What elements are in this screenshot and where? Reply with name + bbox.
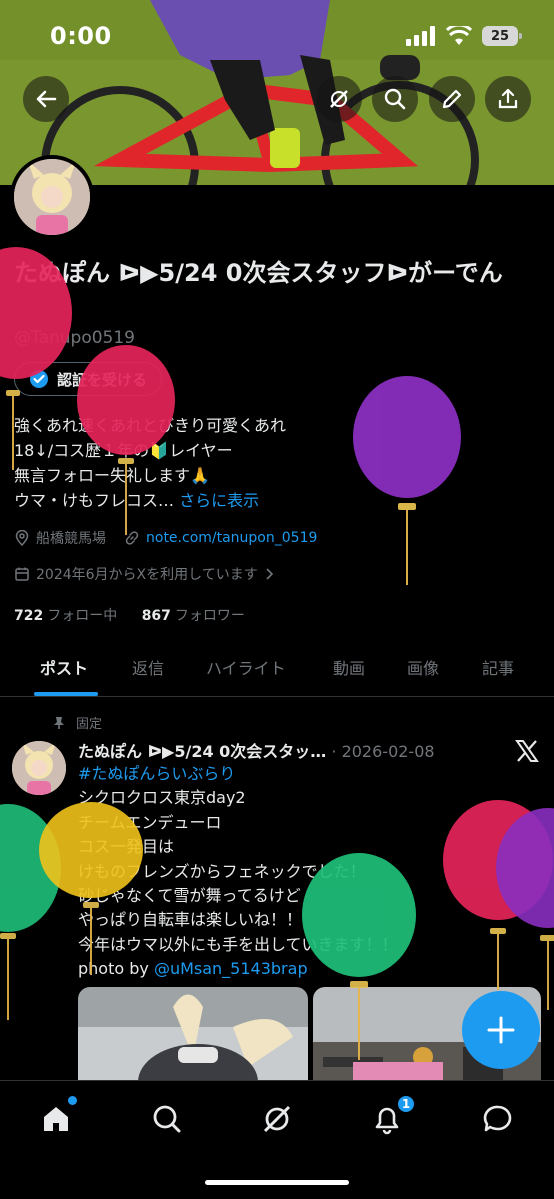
profile-location: 船橋競馬場 <box>36 531 106 547</box>
post-author-avatar[interactable] <box>12 741 66 795</box>
bio-line: 無言フォロー失礼します🙏 <box>14 466 210 485</box>
following-label: フォロー中 <box>47 608 118 624</box>
link-icon <box>125 531 139 545</box>
following-stat[interactable]: 722 フォロー中 <box>14 608 117 624</box>
active-tab-indicator <box>34 692 98 696</box>
balloon-green-left <box>0 804 61 1020</box>
followers-label: フォロワー <box>174 608 245 624</box>
profile-tabs: ポスト 返信 ハイライト 動画 画像 記事 <box>0 643 554 697</box>
pinned-label: 固定 <box>76 717 103 732</box>
cellular-signal-icon <box>406 26 435 46</box>
nav-home[interactable] <box>36 1099 76 1139</box>
tab-articles[interactable]: 記事 <box>482 655 514 679</box>
back-button[interactable] <box>23 76 69 122</box>
avatar-image <box>14 159 90 235</box>
grok-icon <box>330 90 348 108</box>
home-new-indicator <box>68 1096 77 1105</box>
edit-button[interactable] <box>429 76 475 122</box>
post-photo-1[interactable] <box>78 987 308 1082</box>
calendar-icon <box>15 567 29 581</box>
post-text: #たぬぽんらいぶらり シクロクロス東京day2 チームエンデューロ コス一発目は… <box>78 762 548 982</box>
share-button[interactable] <box>485 76 531 122</box>
following-count: 722 <box>14 608 44 624</box>
bio-line: 強くあれ速くあれとびきり可愛くあれ <box>14 416 287 435</box>
post-line: やっぱり自転車は楽しいね！！ <box>78 910 303 930</box>
plus-icon <box>487 1016 515 1044</box>
profile-website-link[interactable]: note.com/tanupon_0519 <box>146 530 317 546</box>
get-verified-button[interactable]: 認証を受ける <box>14 362 163 396</box>
bio-line: 18↓/コス歴１年の🔰レイヤー <box>14 441 233 460</box>
show-more-link[interactable]: さらに表示 <box>179 491 259 510</box>
profile-joined-date: 2024年6月からXを利用しています <box>36 567 258 583</box>
verified-badge-icon <box>30 370 48 388</box>
post-date: · 2026-02-08 <box>326 742 435 761</box>
post-line: 今年はウマ以外にも手を出していきます！！ <box>78 934 398 954</box>
post-line: 砂じゃなくて雪が舞ってるけど <box>78 886 301 906</box>
tab-highlights[interactable]: ハイライト <box>206 655 286 679</box>
location-pin-icon <box>15 530 29 546</box>
grok-icon <box>263 1105 291 1133</box>
post-avatar-image <box>12 741 66 795</box>
post-author-name[interactable]: たぬぽん ᐅ▶5/24 0次会スタッ… <box>78 742 326 761</box>
search-icon <box>153 1105 181 1133</box>
photo-credit-mention[interactable]: @uMsan_5143brap <box>154 959 308 978</box>
profile-handle: @Tanupo0519 <box>14 328 135 348</box>
nav-explore[interactable] <box>147 1099 187 1139</box>
photo-credit-prefix: photo by <box>78 959 154 979</box>
get-verified-label: 認証を受ける <box>57 370 148 389</box>
nav-grok[interactable] <box>257 1099 297 1139</box>
pencil-icon <box>442 89 462 109</box>
tab-replies[interactable]: 返信 <box>132 655 164 679</box>
post-hashtag[interactable]: #たぬぽんらいぶらり <box>78 762 548 786</box>
arrow-left-icon <box>36 90 57 108</box>
notification-badge: 1 <box>396 1094 416 1114</box>
tab-images[interactable]: 画像 <box>407 655 439 679</box>
tab-posts[interactable]: ポスト <box>40 655 88 679</box>
x-logo-icon <box>515 740 539 762</box>
followers-count: 867 <box>141 608 171 624</box>
profile-bio: 強くあれ速くあれとびきり可愛くあれ 18↓/コス歴１年の🔰レイヤー 無言フォロー… <box>14 413 286 513</box>
grok-button[interactable] <box>316 76 362 122</box>
status-indicators: 25 <box>406 26 522 46</box>
pin-icon <box>54 716 64 729</box>
joined-row[interactable]: 2024年6月からXを利用しています <box>14 564 274 584</box>
followers-stat[interactable]: 867 フォロワー <box>142 608 245 624</box>
post-line: チームエンデューロ <box>78 812 222 832</box>
home-icon <box>44 1107 68 1131</box>
nav-messages[interactable] <box>478 1099 518 1139</box>
post-line: けものフレンズからフェネックでした！ <box>78 861 366 881</box>
follow-stats: 722 フォロー中 867 フォロワー <box>14 605 245 625</box>
tab-videos[interactable]: 動画 <box>333 655 365 679</box>
home-indicator <box>205 1180 349 1185</box>
share-icon <box>498 88 518 109</box>
search-icon <box>384 88 406 110</box>
chevron-right-icon <box>266 568 273 580</box>
pinned-indicator: 固定 <box>52 713 102 732</box>
post-header: たぬぽん ᐅ▶5/24 0次会スタッ… · 2026-02-08 <box>78 738 498 762</box>
wifi-icon <box>446 26 472 45</box>
chat-bubble-icon <box>483 1105 512 1132</box>
bio-line: ウマ・けもフレコス… <box>14 491 180 510</box>
profile-name: たぬぽん ᐅ▶5/24 0次会スタッフᐅがーでん <box>14 259 503 287</box>
balloon-purple <box>353 376 461 585</box>
status-time: 0:00 <box>50 22 112 50</box>
avatar[interactable] <box>10 155 94 239</box>
post-line: シクロクロス東京day2 <box>78 788 246 808</box>
compose-post-button[interactable] <box>462 991 540 1069</box>
profile-meta-row: 船橋競馬場 note.com/tanupon_0519 <box>14 528 317 548</box>
search-button[interactable] <box>372 76 418 122</box>
post-photo-1-image <box>78 987 308 1082</box>
battery-icon: 25 <box>482 26 522 46</box>
post-line: コス一発目は <box>78 837 175 857</box>
